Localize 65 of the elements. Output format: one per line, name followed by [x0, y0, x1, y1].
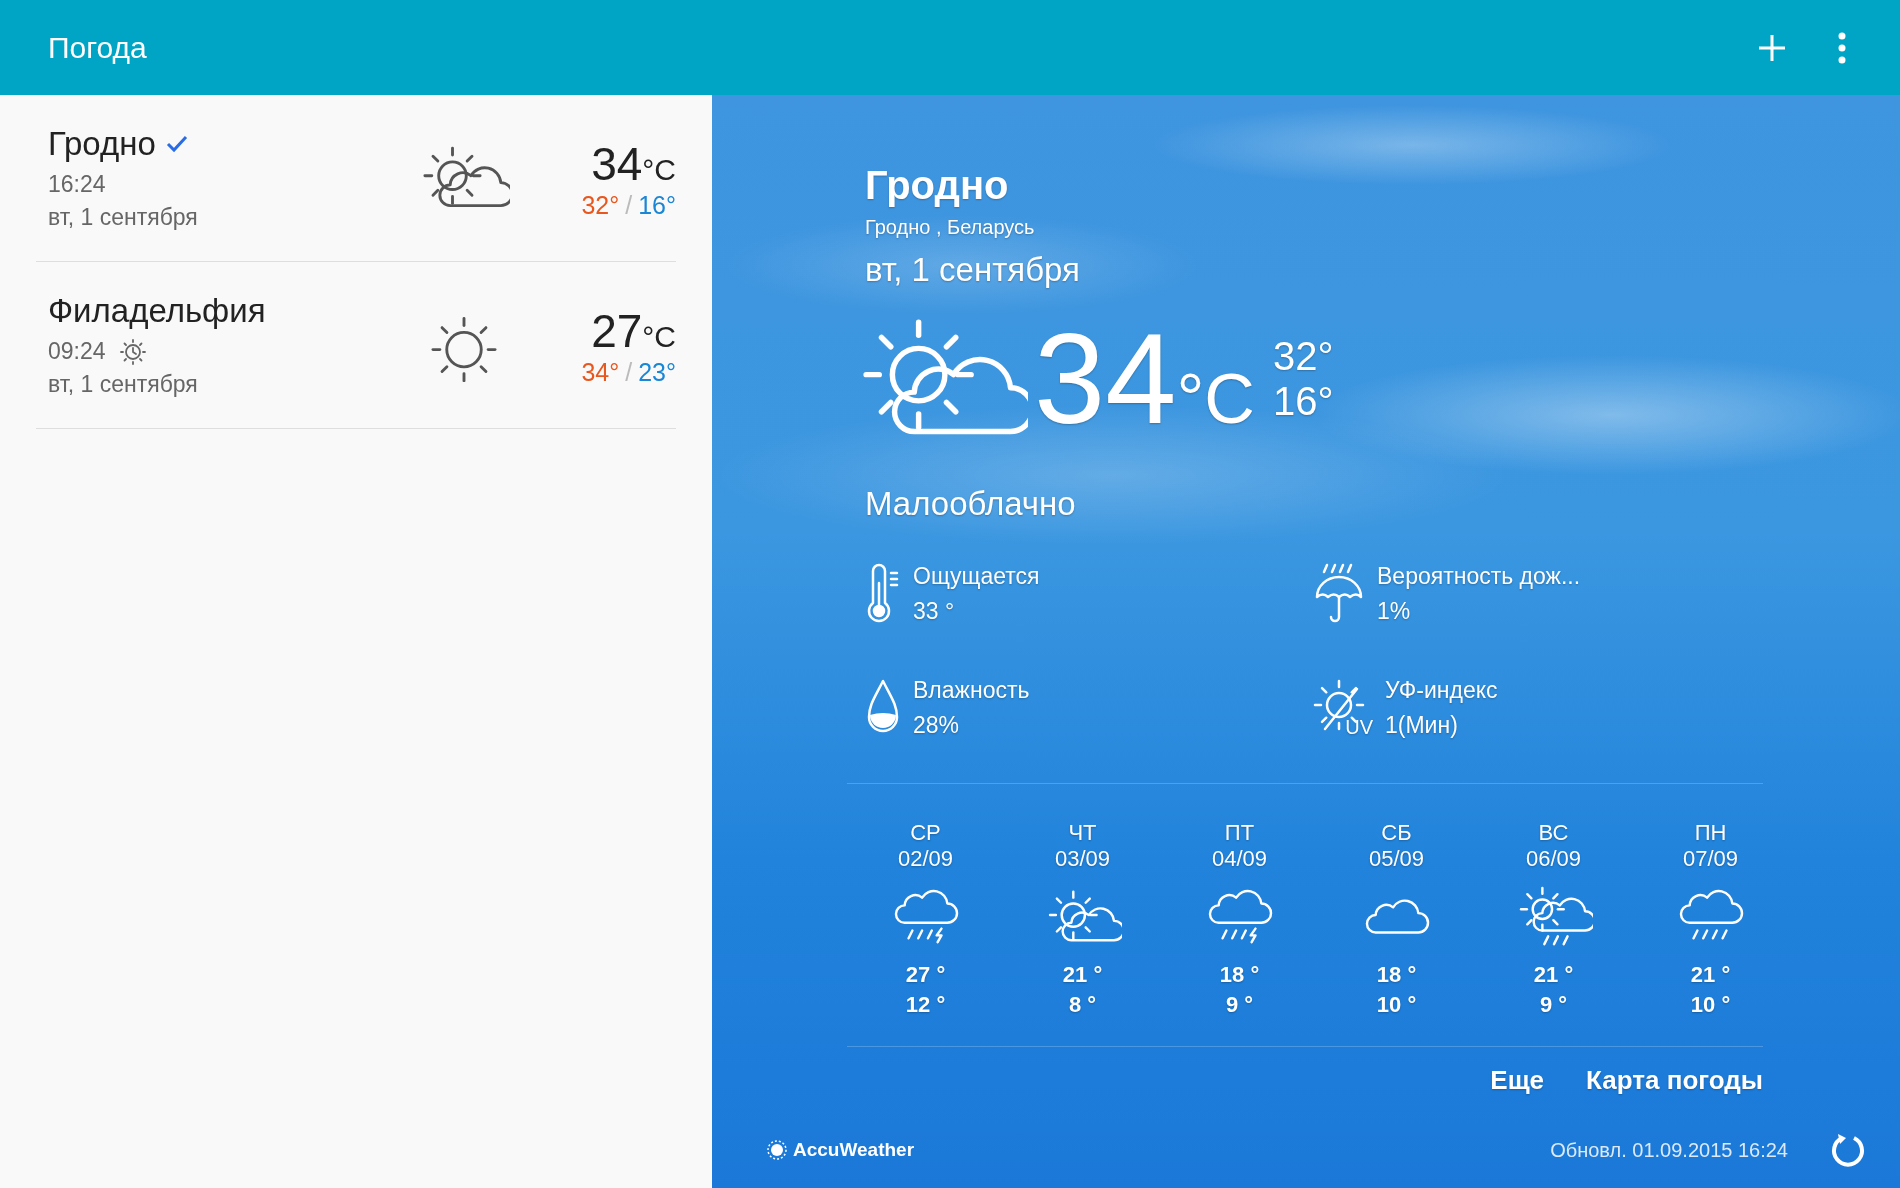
low-temperature: 23°	[638, 357, 676, 387]
more-vertical-icon	[1837, 31, 1847, 64]
forecast-high: 21 °	[1533, 962, 1574, 988]
forecast-low: 10 °	[1376, 992, 1417, 1018]
local-time: 16:24	[48, 171, 106, 198]
city-title: Гродно	[865, 163, 1010, 208]
forecast-day: ЧТ	[1068, 820, 1097, 846]
forecast-date: 03/09	[1054, 846, 1111, 872]
forecast-date: 07/09	[1682, 846, 1739, 872]
forecast-low: 9 °	[1539, 992, 1568, 1018]
metric-value: 28%	[913, 712, 961, 739]
city-list-item[interactable]: Гродно 16:24 вт, 1 сентября 34°C 32° / 16°	[36, 95, 676, 262]
panel-link[interactable]: Еще	[1490, 1065, 1545, 1096]
thermometer-icon	[865, 563, 901, 625]
provider-logo-text: AccuWeather	[793, 1139, 915, 1161]
separator-text: /	[625, 357, 633, 387]
forecast-low: 12 °	[905, 992, 946, 1018]
metric-label: УФ-индекс	[1385, 677, 1498, 704]
forecast-low: 8 °	[1068, 992, 1097, 1018]
updated-time: Обновл. 01.09.2015 16:24	[1550, 1138, 1788, 1162]
app-title: Погода	[48, 30, 148, 65]
forecast-low: 10 °	[1690, 992, 1731, 1018]
forecast-day: СР	[910, 820, 941, 846]
city-list-item[interactable]: Филадельфия 09:24 вт, 1 сентября 27°C 34° / 23°	[36, 262, 676, 429]
high-temperature: 34°	[581, 357, 620, 387]
forecast-date: 02/09	[897, 846, 954, 872]
high-temperature: 32°	[581, 190, 620, 220]
current-temperature: 27°C	[591, 303, 676, 358]
forecast-low: 9 °	[1225, 992, 1254, 1018]
city-date: вт, 1 сентября	[48, 371, 199, 398]
local-time: 09:24	[48, 338, 106, 365]
forecast-day: ВС	[1538, 820, 1569, 846]
forecast-date: 06/09	[1525, 846, 1582, 872]
metric-label: Влажность	[913, 677, 1030, 704]
forecast-day: ПТ	[1224, 820, 1255, 846]
forecast-date: 05/09	[1368, 846, 1425, 872]
forecast-day: ПН	[1694, 820, 1727, 846]
current-temperature: 34°C	[591, 136, 676, 191]
panel-link[interactable]: Карта погоды	[1586, 1065, 1763, 1096]
condition-text: Малооблачно	[865, 485, 1077, 523]
forecast-date: 04/09	[1211, 846, 1268, 872]
city-date: вт, 1 сентября	[48, 204, 199, 231]
metric-label: Ощущается	[913, 563, 1040, 590]
forecast-high: 18 °	[1376, 962, 1417, 988]
sun-logo-icon	[767, 1140, 787, 1160]
current-temperature: 34°C	[1034, 315, 1255, 443]
refresh-icon	[1830, 1132, 1866, 1168]
city-name: Филадельфия	[48, 292, 266, 330]
forecast-high: 27 °	[905, 962, 946, 988]
forecast-high: 21 °	[1690, 962, 1731, 988]
low-temperature: 16°	[1272, 379, 1334, 424]
forecast-high: 18 °	[1219, 962, 1260, 988]
separator-text: /	[625, 190, 633, 220]
low-temperature: 16°	[638, 190, 676, 220]
metric-value: 33 °	[913, 598, 956, 625]
date-text: вт, 1 сентября	[865, 251, 1081, 289]
umbrella-icon	[1313, 563, 1365, 625]
metric-value: 1%	[1377, 598, 1412, 625]
city-name: Гродно	[48, 125, 156, 163]
metric-value: 1(Мин)	[1385, 712, 1459, 739]
location-text: Гродно , Беларусь	[865, 216, 1036, 239]
high-temperature: 32°	[1272, 334, 1334, 379]
forecast-day: СБ	[1381, 820, 1412, 846]
forecast-high: 21 °	[1062, 962, 1103, 988]
metric-label: Вероятность дож...	[1377, 563, 1581, 590]
